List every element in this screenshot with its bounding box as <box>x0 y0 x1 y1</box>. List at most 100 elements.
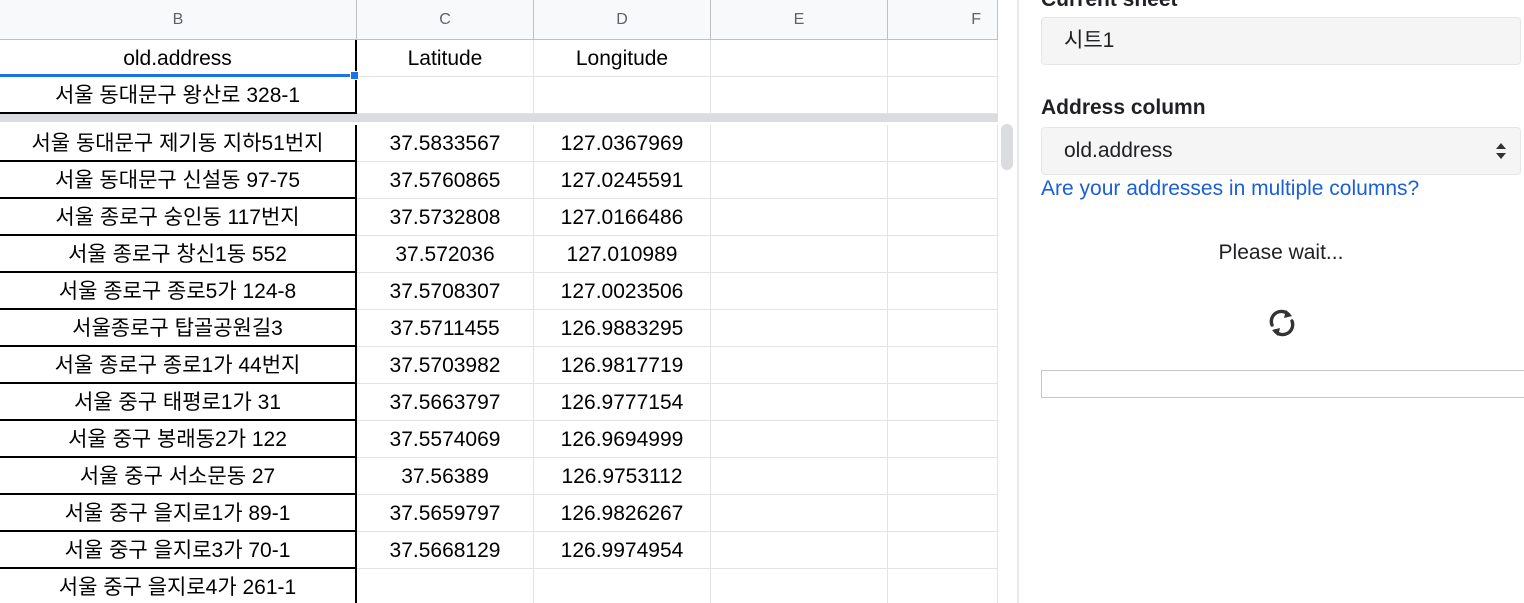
cell-d[interactable]: 126.9826267 <box>534 495 711 532</box>
cell-b[interactable]: 서울 중구 을지로4가 261-1 <box>0 569 357 603</box>
cell-d[interactable]: 126.9694999 <box>534 421 711 458</box>
column-header-b[interactable]: B <box>0 0 357 39</box>
table-row: 서울 중구 태평로1가 31 37.5663797 126.9777154 <box>0 384 998 421</box>
vertical-scrollbar[interactable] <box>999 122 1017 603</box>
cell-e[interactable] <box>711 273 888 310</box>
cell-c-frozen[interactable] <box>357 77 534 114</box>
cell-d[interactable] <box>534 569 711 603</box>
cell-c[interactable]: 37.5659797 <box>357 495 534 532</box>
cell-c[interactable]: 37.5711455 <box>357 310 534 347</box>
cell-f[interactable] <box>888 532 998 569</box>
cell-b[interactable]: 서울종로구 탑골공원길3 <box>0 310 357 347</box>
cell-b[interactable]: 서울 중구 을지로1가 89-1 <box>0 495 357 532</box>
cell-d-header[interactable]: Longitude <box>534 40 711 77</box>
cell-e-header[interactable] <box>711 40 888 77</box>
cell-c[interactable]: 37.5574069 <box>357 421 534 458</box>
cell-d[interactable]: 127.0166486 <box>534 199 711 236</box>
cell-f-frozen[interactable] <box>888 77 998 114</box>
cell-e[interactable] <box>711 532 888 569</box>
address-column-select[interactable]: old.address <box>1041 127 1521 175</box>
cell-d-frozen[interactable] <box>534 77 711 114</box>
current-sheet-field[interactable]: 시트1 <box>1041 17 1521 65</box>
freeze-divider[interactable] <box>0 114 998 122</box>
status-text: Please wait... <box>1218 241 1344 264</box>
cell-d[interactable]: 126.9777154 <box>534 384 711 421</box>
cell-b[interactable]: 서울 동대문구 신설동 97-75 <box>0 162 357 199</box>
cell-e[interactable] <box>711 384 888 421</box>
column-header-f[interactable]: F <box>888 0 998 39</box>
geocode-sidebar: Current sheet 시트1 Address column old.add… <box>1019 0 1524 603</box>
cell-f[interactable] <box>888 125 998 162</box>
cell-b[interactable]: 서울 동대문구 제기동 지하51번지 <box>0 125 357 162</box>
cell-e[interactable] <box>711 421 888 458</box>
table-row: 서울 종로구 종로5가 124-8 37.5708307 127.0023506 <box>0 273 998 310</box>
cell-c[interactable]: 37.5663797 <box>357 384 534 421</box>
cell-d[interactable]: 126.9883295 <box>534 310 711 347</box>
cell-b[interactable]: 서울 중구 봉래동2가 122 <box>0 421 357 458</box>
cell-f[interactable] <box>888 421 998 458</box>
selection-border <box>0 74 356 77</box>
cell-d[interactable]: 127.010989 <box>534 236 711 273</box>
cell-f[interactable] <box>888 273 998 310</box>
column-header-d[interactable]: D <box>534 0 711 39</box>
cell-f[interactable] <box>888 569 998 603</box>
cell-d[interactable]: 126.9974954 <box>534 532 711 569</box>
cell-c[interactable]: 37.56389 <box>357 458 534 495</box>
cell-b[interactable]: 서울 종로구 창신1동 552 <box>0 236 357 273</box>
cell-e[interactable] <box>711 458 888 495</box>
cell-f[interactable] <box>888 458 998 495</box>
cell-c[interactable]: 37.5703982 <box>357 347 534 384</box>
header-row: old.address Latitude Longitude <box>0 40 998 77</box>
table-row: 서울 중구 봉래동2가 122 37.5574069 126.9694999 <box>0 421 998 458</box>
cell-e[interactable] <box>711 495 888 532</box>
cell-b[interactable]: 서울 종로구 종로1가 44번지 <box>0 347 357 384</box>
cell-f-header[interactable] <box>888 40 998 77</box>
cell-b[interactable]: 서울 중구 서소문동 27 <box>0 458 357 495</box>
cell-f[interactable] <box>888 162 998 199</box>
cell-f[interactable] <box>888 199 998 236</box>
cell-b-frozen[interactable]: 서울 동대문구 왕산로 328-1 <box>0 77 357 114</box>
cell-c[interactable]: 37.5760865 <box>357 162 534 199</box>
cell-d[interactable]: 127.0245591 <box>534 162 711 199</box>
cell-f[interactable] <box>888 495 998 532</box>
cell-b[interactable]: 서울 중구 을지로3가 70-1 <box>0 532 357 569</box>
cell-f[interactable] <box>888 310 998 347</box>
cell-f[interactable] <box>888 347 998 384</box>
cell-e[interactable] <box>711 569 888 603</box>
cell-e[interactable] <box>711 199 888 236</box>
cell-c[interactable]: 37.5732808 <box>357 199 534 236</box>
cell-e[interactable] <box>711 347 888 384</box>
cell-d[interactable]: 127.0367969 <box>534 125 711 162</box>
table-row: 서울 종로구 숭인동 117번지 37.5732808 127.0166486 <box>0 199 998 236</box>
cell-f[interactable] <box>888 236 998 273</box>
cell-e[interactable] <box>711 125 888 162</box>
cell-c[interactable]: 37.5708307 <box>357 273 534 310</box>
table-row: 서울 종로구 창신1동 552 37.572036 127.010989 <box>0 236 998 273</box>
cell-b[interactable]: 서울 중구 태평로1가 31 <box>0 384 357 421</box>
cell-c[interactable]: 37.572036 <box>357 236 534 273</box>
cell-e-frozen[interactable] <box>711 77 888 114</box>
cell-e[interactable] <box>711 162 888 199</box>
cell-c[interactable]: 37.5833567 <box>357 125 534 162</box>
frozen-row: 서울 동대문구 왕산로 328-1 <box>0 77 998 114</box>
cell-d[interactable]: 126.9817719 <box>534 347 711 384</box>
cell-b[interactable]: 서울 종로구 종로5가 124-8 <box>0 273 357 310</box>
column-header-c[interactable]: C <box>357 0 534 39</box>
cell-c-header[interactable]: Latitude <box>357 40 534 77</box>
multiple-columns-link[interactable]: Are your addresses in multiple columns? <box>1041 177 1419 201</box>
cell-b-header[interactable]: old.address <box>0 40 357 77</box>
scrollbar-thumb[interactable] <box>1001 124 1013 170</box>
progress-bar <box>1041 370 1524 398</box>
table-row: 서울 중구 서소문동 27 37.56389 126.9753112 <box>0 458 998 495</box>
cell-e[interactable] <box>711 310 888 347</box>
column-header-bar: B C D E F <box>0 0 998 40</box>
cell-e[interactable] <box>711 236 888 273</box>
column-header-e[interactable]: E <box>711 0 888 39</box>
cell-d[interactable]: 126.9753112 <box>534 458 711 495</box>
selection-fill-handle[interactable] <box>350 71 359 80</box>
cell-c[interactable] <box>357 569 534 603</box>
cell-d[interactable]: 127.0023506 <box>534 273 711 310</box>
cell-c[interactable]: 37.5668129 <box>357 532 534 569</box>
cell-f[interactable] <box>888 384 998 421</box>
cell-b[interactable]: 서울 종로구 숭인동 117번지 <box>0 199 357 236</box>
